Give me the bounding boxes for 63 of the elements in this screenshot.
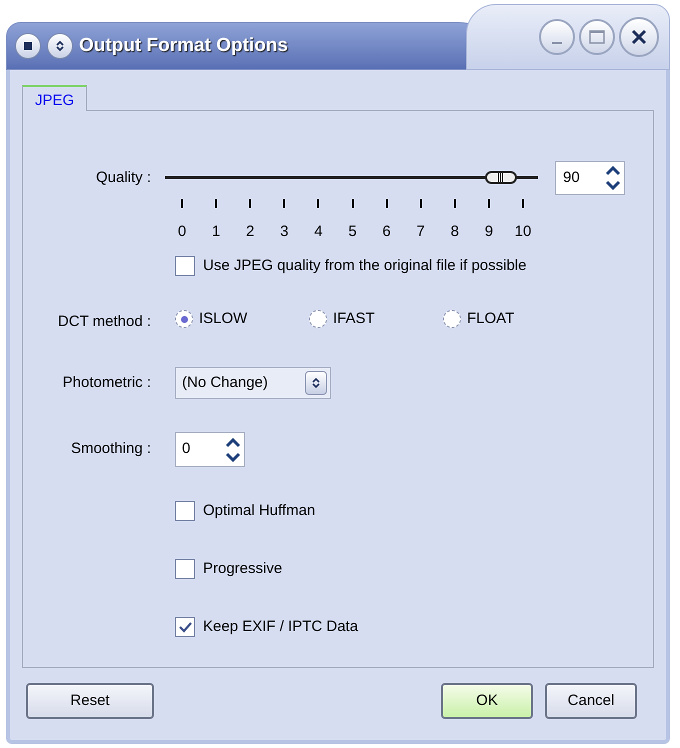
checkbox-label: Keep EXIF / IPTC Data xyxy=(203,616,358,637)
tick-mark xyxy=(249,199,252,208)
tick-label: 8 xyxy=(450,222,459,242)
tick-mark xyxy=(181,199,183,208)
radio-label: ISLOW xyxy=(199,308,248,329)
checkbox-label: Use JPEG quality from the original file if possible xyxy=(203,256,526,276)
smoothing-spin-field[interactable]: 0 xyxy=(175,432,245,467)
updown-icon xyxy=(55,40,65,52)
tick-label: 10 xyxy=(514,222,532,242)
tick-mark xyxy=(420,199,422,208)
spin-arrows-icon xyxy=(604,164,622,192)
tick-mark xyxy=(522,199,524,208)
checkbox[interactable] xyxy=(175,559,195,579)
close-icon xyxy=(631,29,647,45)
photometric-dropdown[interactable]: (No Change) xyxy=(175,367,331,399)
minimize-button[interactable] xyxy=(539,19,575,55)
dct-method-label: DCT method : xyxy=(56,312,151,332)
minimize-icon xyxy=(552,42,562,44)
slider-thumb[interactable] xyxy=(484,171,517,184)
tick-label: 3 xyxy=(280,222,288,242)
tab[interactable]: JPEG xyxy=(22,85,88,111)
tick-mark xyxy=(488,199,490,208)
radio-label: FLOAT xyxy=(467,308,514,329)
roll-up-button[interactable] xyxy=(47,33,73,59)
dialog-button[interactable]: OK xyxy=(441,683,533,719)
dropdown-button[interactable] xyxy=(305,371,327,395)
tick-mark xyxy=(454,199,456,208)
tick-label: 9 xyxy=(484,222,494,242)
checkbox[interactable] xyxy=(175,617,195,637)
window-title: Output Format Options xyxy=(79,34,288,58)
updown-icon xyxy=(311,377,321,389)
checkbox[interactable] xyxy=(175,256,195,276)
tick-mark xyxy=(386,199,388,208)
checkbox[interactable] xyxy=(175,501,195,521)
radio-button[interactable] xyxy=(175,310,193,328)
tick-label: 0 xyxy=(178,222,186,242)
radio-label: IFAST xyxy=(333,308,375,329)
tick-label: 4 xyxy=(314,222,323,242)
quality-label: Quality : xyxy=(94,168,151,188)
tick-mark xyxy=(215,199,218,208)
system-menu-button[interactable] xyxy=(15,33,41,59)
square-icon xyxy=(24,42,32,50)
checkbox-label: Progressive xyxy=(203,558,282,579)
checkmark-icon xyxy=(178,622,192,632)
maximize-icon xyxy=(589,30,605,44)
tick-label: 7 xyxy=(416,222,425,242)
close-button[interactable] xyxy=(619,17,659,57)
quality-spin-field[interactable]: 90 xyxy=(555,161,625,195)
smoothing-label: Smoothing : xyxy=(70,439,151,460)
tick-mark xyxy=(283,199,286,208)
dialog-button[interactable]: Reset xyxy=(26,683,154,719)
tick-mark xyxy=(317,199,320,208)
tick-mark xyxy=(352,199,354,208)
radio-button[interactable] xyxy=(309,310,327,328)
radio-button[interactable] xyxy=(443,310,461,328)
tick-label: 1 xyxy=(212,222,220,242)
spin-arrows-icon xyxy=(224,436,242,464)
tick-label: 2 xyxy=(246,222,254,242)
dialog-button[interactable]: Cancel xyxy=(545,683,637,719)
tick-label: 5 xyxy=(348,222,357,242)
tick-label: 6 xyxy=(382,222,391,242)
photometric-label: Photometric : xyxy=(62,372,151,393)
checkbox-label: Optimal Huffman xyxy=(203,500,316,521)
